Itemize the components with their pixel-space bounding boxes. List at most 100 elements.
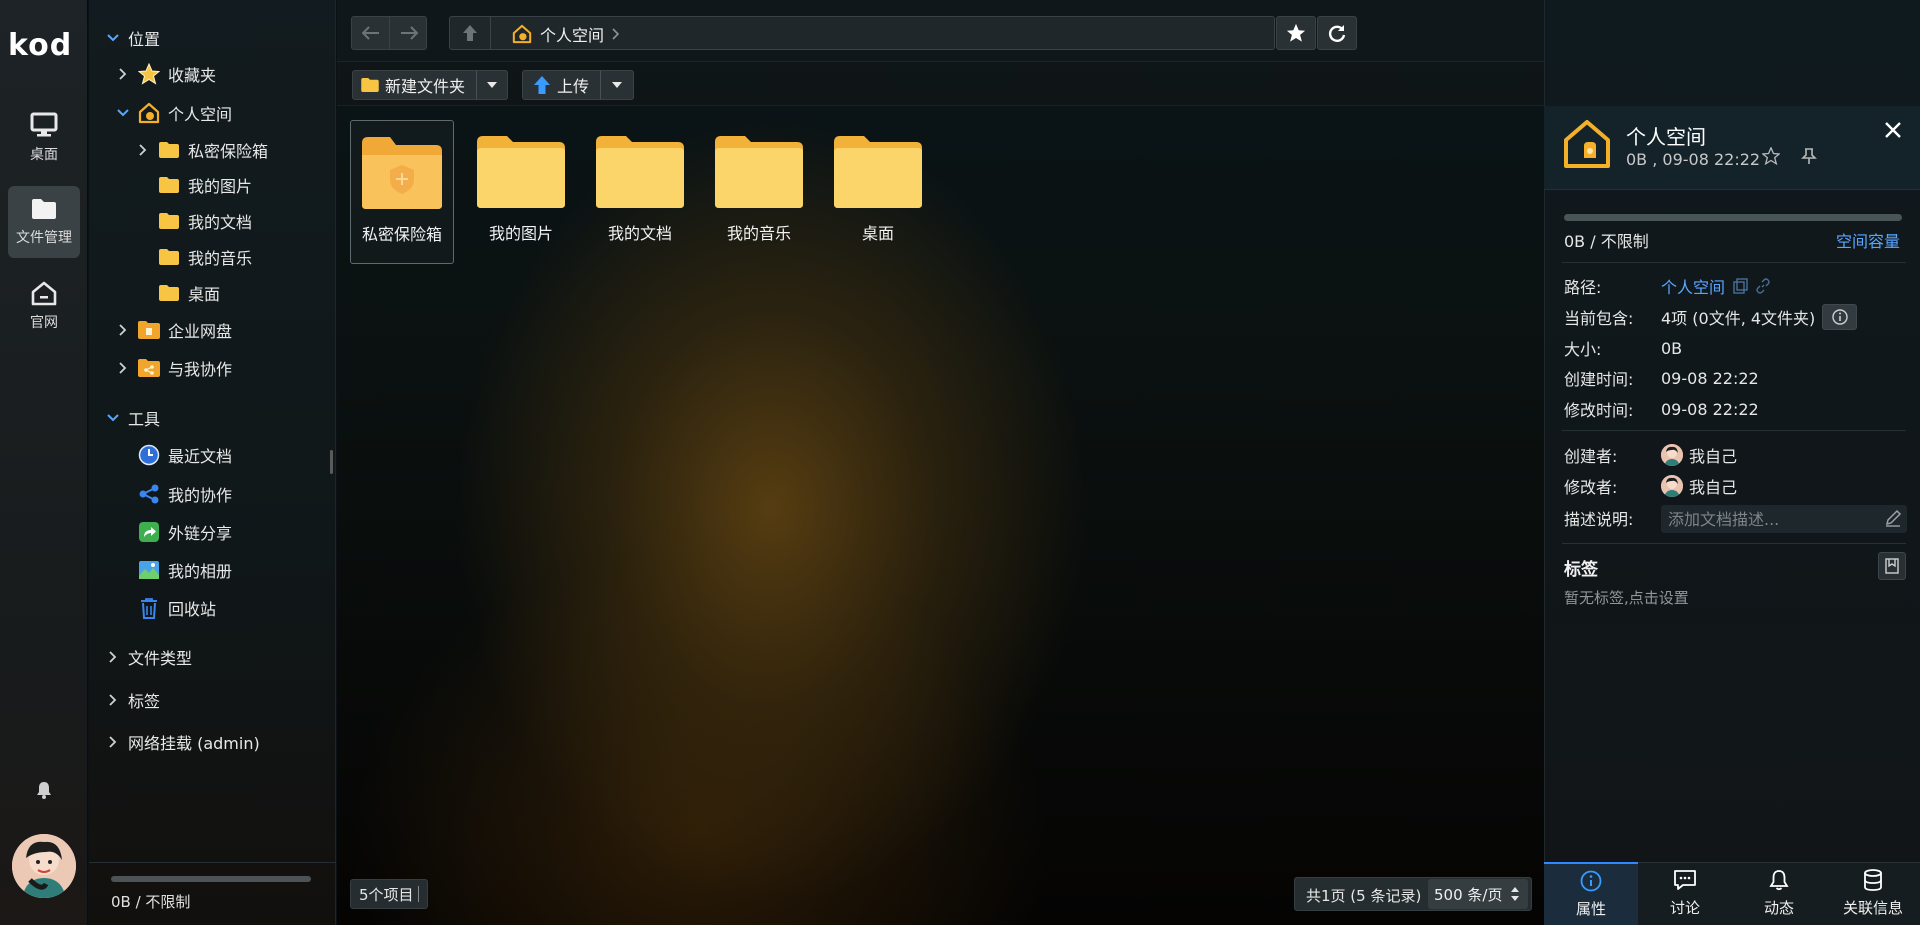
- tree-item-recent[interactable]: 最近文档: [138, 442, 232, 468]
- item-count-text: 5个项目: [359, 885, 414, 904]
- close-icon[interactable]: [1884, 121, 1902, 139]
- file-item-documents[interactable]: 我的文档: [588, 120, 692, 264]
- tree-item-enterprise[interactable]: 企业网盘: [116, 317, 232, 343]
- chevron-down-icon[interactable]: [116, 109, 130, 117]
- database-icon: [1863, 869, 1883, 891]
- folder-icon: [158, 213, 180, 229]
- tree-item-recycle[interactable]: 回收站: [138, 595, 216, 621]
- tree-item-music[interactable]: 我的音乐: [158, 244, 252, 270]
- upload-dropdown[interactable]: [600, 70, 634, 100]
- user-avatar[interactable]: [12, 834, 76, 898]
- folder-icon: [30, 197, 58, 221]
- tree-item-label: 桌面: [188, 285, 221, 304]
- spinner-icon: [1510, 886, 1520, 902]
- page-size-select[interactable]: 500 条/页: [1428, 879, 1528, 909]
- enterprise-folder-icon: [138, 321, 160, 339]
- folder-icon: [713, 134, 805, 210]
- tree-item-favorites[interactable]: 收藏夹: [116, 61, 216, 87]
- chevron-right-icon[interactable]: [116, 324, 130, 336]
- back-button[interactable]: [352, 17, 390, 49]
- arrow-up-icon: [461, 23, 479, 43]
- kod-logo[interactable]: kod: [8, 28, 72, 63]
- new-folder-dropdown[interactable]: [476, 70, 508, 100]
- folder-icon: [594, 134, 686, 210]
- link-icon[interactable]: [1755, 278, 1771, 294]
- add-tag-button[interactable]: [1878, 552, 1906, 580]
- chat-icon: [1673, 869, 1697, 891]
- file-name: 我的文档: [607, 224, 672, 243]
- tree-section-filetypes[interactable]: 文件类型: [106, 644, 192, 670]
- quota-bar: [111, 876, 311, 882]
- file-item-desktop[interactable]: 桌面: [826, 120, 930, 264]
- tab-activity[interactable]: 动态: [1732, 862, 1826, 925]
- tree-item-label: 收藏夹: [168, 66, 217, 85]
- tree-item-link-share[interactable]: 外链分享: [138, 519, 232, 545]
- star-outline-icon[interactable]: [1762, 147, 1780, 165]
- space-quota-link[interactable]: 空间容量: [1836, 228, 1900, 252]
- tree-item-safe[interactable]: 私密保险箱: [136, 137, 268, 163]
- tree-item-label: 我的相册: [168, 562, 233, 581]
- history-nav: [351, 16, 427, 50]
- tab-label: 关联信息: [1842, 899, 1903, 917]
- refresh-button[interactable]: [1317, 16, 1357, 50]
- bell-icon[interactable]: [34, 780, 54, 800]
- created-value: 09-08 22:22: [1661, 368, 1759, 388]
- divider: [1562, 543, 1906, 544]
- tree-section-tags[interactable]: 标签: [106, 687, 160, 713]
- tree-item-collab[interactable]: 我的协作: [138, 481, 232, 507]
- tab-related[interactable]: 关联信息: [1826, 862, 1920, 925]
- tree-section-label: 网络挂载 (admin): [128, 734, 260, 753]
- rail-item-website[interactable]: 官网: [8, 270, 80, 342]
- file-item-safe[interactable]: 私密保险箱: [350, 120, 454, 264]
- tree-item-label: 我的协作: [168, 486, 233, 505]
- tree-item-shared[interactable]: 与我协作: [116, 355, 232, 381]
- tab-discussion[interactable]: 讨论: [1638, 862, 1732, 925]
- description-input[interactable]: [1668, 508, 1868, 530]
- pin-icon[interactable]: [1801, 147, 1817, 165]
- chevron-right-icon[interactable]: [116, 362, 130, 374]
- breadcrumb-item[interactable]: 个人空间: [540, 22, 604, 46]
- rail-item-desktop[interactable]: 桌面: [8, 102, 80, 174]
- tree-item-personal-space[interactable]: 个人空间: [116, 100, 232, 126]
- file-item-music[interactable]: 我的音乐: [707, 120, 811, 264]
- copy-icon[interactable]: [1733, 278, 1749, 294]
- breadcrumb[interactable]: 个人空间: [512, 22, 620, 46]
- upload-icon: [533, 75, 551, 95]
- tab-properties[interactable]: 属性: [1544, 862, 1638, 925]
- file-item-pictures[interactable]: 我的图片: [469, 120, 573, 264]
- forward-button[interactable]: [390, 17, 428, 49]
- pencil-icon[interactable]: [1884, 509, 1902, 527]
- tags-empty-text[interactable]: 暂无标签,点击设置: [1564, 587, 1689, 608]
- favorite-button[interactable]: [1276, 16, 1316, 50]
- tree-item-label: 个人空间: [168, 105, 233, 124]
- star-icon: [1286, 23, 1306, 43]
- creator-value: 我自己: [1661, 443, 1737, 467]
- tree-item-desktop[interactable]: 桌面: [158, 280, 220, 306]
- page-info: 共1页 (5 条记录): [1306, 887, 1422, 905]
- parent-folder-button[interactable]: [449, 16, 491, 50]
- properties-title: 个人空间: [1626, 125, 1706, 149]
- tree-item-documents[interactable]: 我的文档: [158, 208, 252, 234]
- tab-label: 讨论: [1669, 899, 1700, 917]
- tree-item-pictures[interactable]: 我的图片: [158, 172, 252, 198]
- divider: [89, 862, 336, 863]
- chevron-right-icon[interactable]: [136, 144, 150, 156]
- resize-handle[interactable]: [330, 450, 333, 474]
- info-button[interactable]: [1822, 304, 1857, 330]
- tree-item-label: 最近文档: [168, 447, 233, 466]
- external-share-icon: [138, 521, 160, 543]
- modifier-value: 我自己: [1661, 474, 1737, 498]
- tab-label: 属性: [1575, 900, 1606, 918]
- home-user-icon: [1562, 118, 1612, 170]
- chevron-right-icon[interactable]: [116, 68, 130, 80]
- size-label: 大小:: [1564, 340, 1602, 359]
- path-link[interactable]: 个人空间: [1661, 274, 1725, 298]
- tree-item-album[interactable]: 我的相册: [138, 557, 232, 583]
- tree-section-tools[interactable]: 工具: [106, 405, 160, 431]
- folder-icon: [832, 134, 924, 210]
- tree-section-location[interactable]: 位置: [106, 25, 160, 51]
- rail-item-files[interactable]: 文件管理: [8, 186, 80, 258]
- tree-section-network-mount[interactable]: 网络挂载 (admin): [106, 729, 260, 755]
- folder-icon: [158, 285, 180, 301]
- path-label: 路径:: [1564, 278, 1602, 297]
